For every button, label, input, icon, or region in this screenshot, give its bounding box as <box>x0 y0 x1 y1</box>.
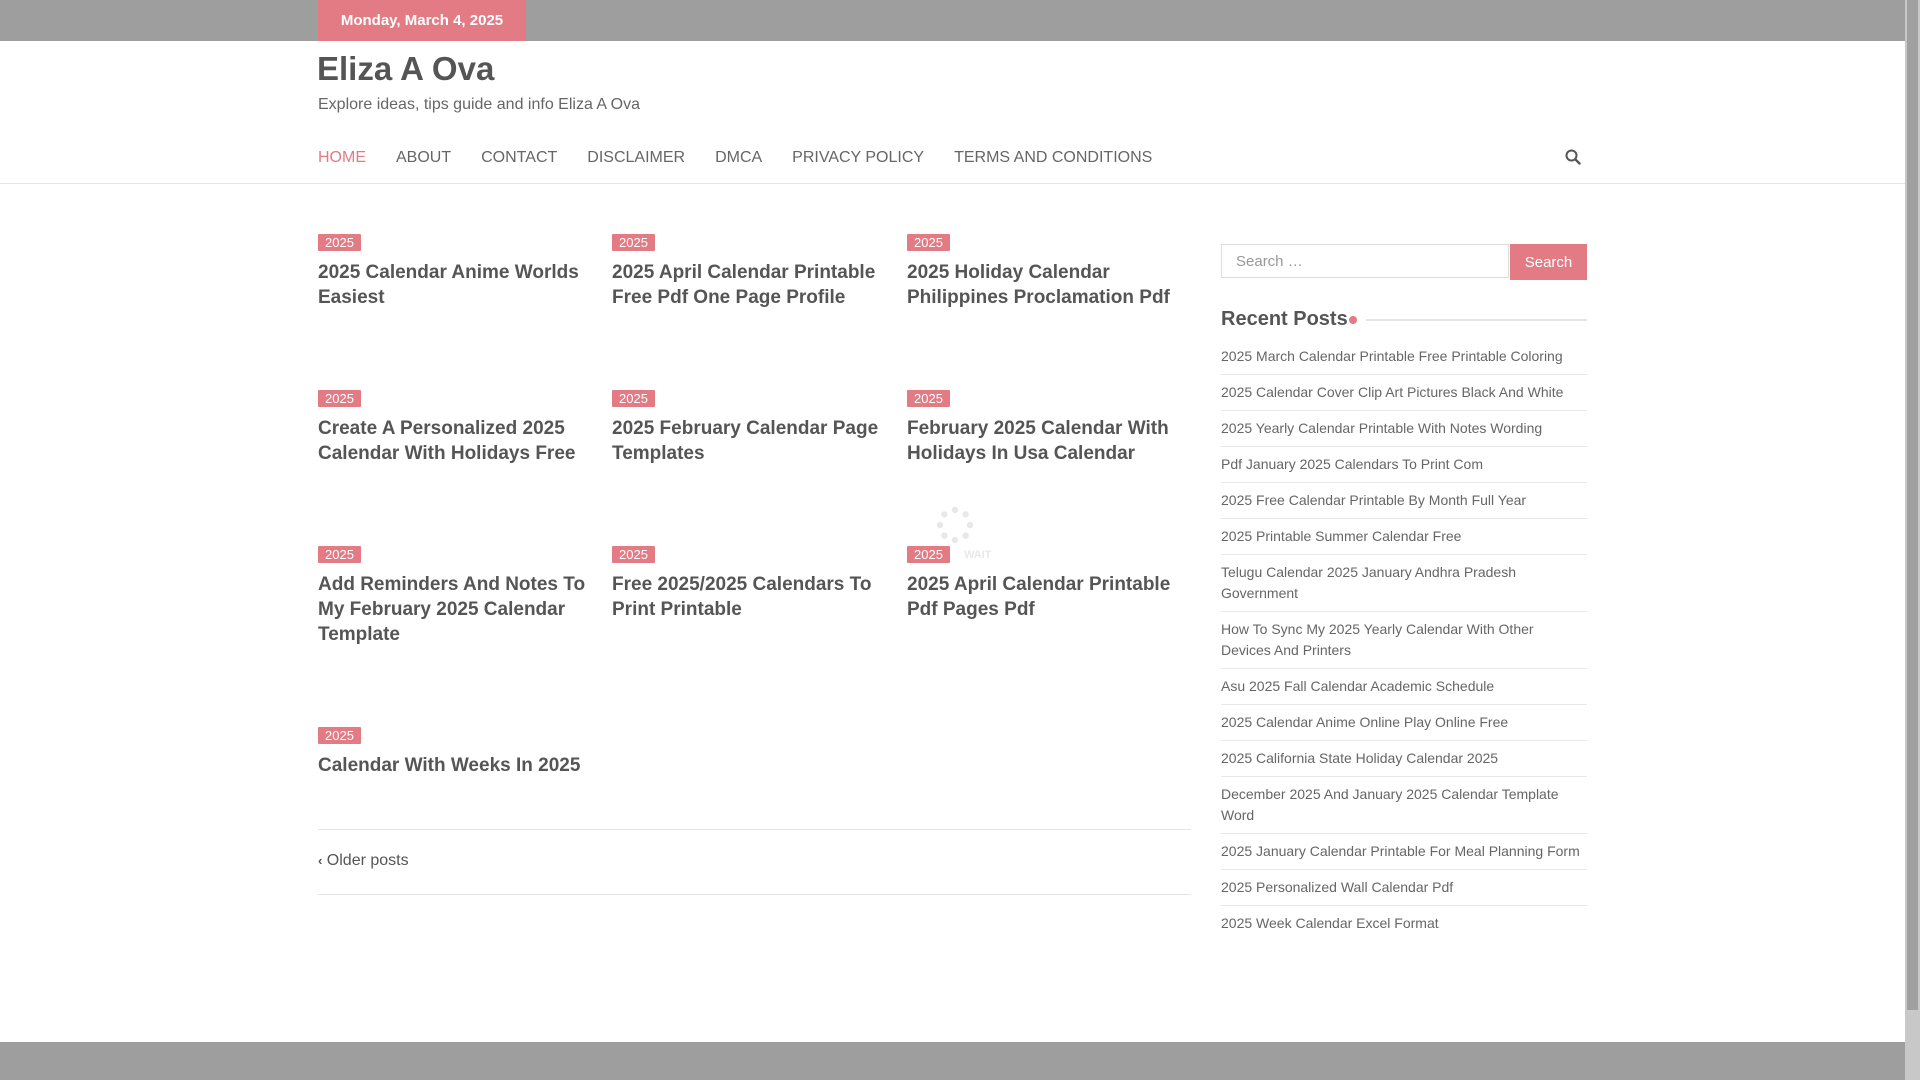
loading-spinner-icon <box>936 506 974 544</box>
heading-dot <box>1349 316 1357 324</box>
recent-post-link[interactable]: 2025 Personalized Wall Calendar Pdf <box>1221 877 1587 906</box>
current-date: Monday, March 4, 2025 <box>318 0 526 41</box>
nav-privacy-policy[interactable]: PRIVACY POLICY <box>792 148 924 168</box>
post-title[interactable]: February 2025 Calendar With Holidays In … <box>907 416 1187 466</box>
post-category-tag[interactable]: 2025 <box>907 546 950 563</box>
post-card: 2025 Calendar With Weeks In 2025 <box>318 727 598 778</box>
site-description: Explore ideas, tips guide and info Eliza… <box>318 96 640 113</box>
recent-post-link[interactable]: Telugu Calendar 2025 January Andhra Prad… <box>1221 562 1587 612</box>
post-category-tag[interactable]: 2025 <box>612 234 655 251</box>
post-category-tag[interactable]: 2025 <box>318 390 361 407</box>
chevron-left-icon: ‹ <box>318 853 323 868</box>
post-category-tag[interactable]: 2025 <box>318 546 361 563</box>
post-title[interactable]: Create A Personalized 2025 Calendar With… <box>318 416 598 466</box>
nav-terms-and-conditions[interactable]: TERMS AND CONDITIONS <box>954 148 1152 168</box>
footer-bar <box>0 1042 1905 1080</box>
post-card: 2025 Free 2025/2025 Calendars To Print P… <box>612 546 892 622</box>
post-title[interactable]: 2025 April Calendar Printable Free Pdf O… <box>612 260 892 310</box>
recent-post-link[interactable]: December 2025 And January 2025 Calendar … <box>1221 784 1587 834</box>
post-title[interactable]: Calendar With Weeks In 2025 <box>318 753 598 778</box>
nav-home[interactable]: HOME <box>318 148 366 168</box>
nav-divider <box>0 183 1905 184</box>
older-posts-label: Older posts <box>326 852 409 869</box>
nav-contact[interactable]: CONTACT <box>481 148 557 168</box>
older-posts-link[interactable]: ‹ Older posts <box>318 852 409 870</box>
loading-text: WAIT <box>964 549 992 561</box>
recent-post-link[interactable]: 2025 Calendar Cover Clip Art Pictures Bl… <box>1221 382 1587 411</box>
post-card: 2025 2025 February Calendar Page Templat… <box>612 390 892 466</box>
post-category-tag[interactable]: 2025 <box>318 234 361 251</box>
recent-post-link[interactable]: How To Sync My 2025 Yearly Calendar With… <box>1221 619 1587 669</box>
recent-post-link[interactable]: Asu 2025 Fall Calendar Academic Schedule <box>1221 676 1587 705</box>
post-card: 2025 2025 April Calendar Printable Pdf P… <box>907 546 1187 622</box>
nav-dmca[interactable]: DMCA <box>715 148 762 168</box>
post-title[interactable]: 2025 Calendar Anime Worlds Easiest <box>318 260 598 310</box>
pagination-divider <box>318 829 1191 830</box>
post-title[interactable]: 2025 April Calendar Printable Pdf Pages … <box>907 572 1187 622</box>
post-category-tag[interactable]: 2025 <box>612 390 655 407</box>
recent-post-link[interactable]: 2025 Free Calendar Printable By Month Fu… <box>1221 490 1587 519</box>
post-title[interactable]: Free 2025/2025 Calendars To Print Printa… <box>612 572 892 622</box>
search-input[interactable] <box>1221 244 1509 278</box>
recent-post-link[interactable]: 2025 Yearly Calendar Printable With Note… <box>1221 418 1587 447</box>
post-card: 2025 February 2025 Calendar With Holiday… <box>907 390 1187 466</box>
post-category-tag[interactable]: 2025 <box>907 390 950 407</box>
recent-posts-list: 2025 March Calendar Printable Free Print… <box>1221 346 1587 948</box>
post-category-tag[interactable]: 2025 <box>612 546 655 563</box>
post-card: 2025 2025 Calendar Anime Worlds Easiest <box>318 234 598 310</box>
scrollbar-thumb[interactable] <box>1907 0 1918 1010</box>
recent-post-link[interactable]: 2025 Week Calendar Excel Format <box>1221 913 1587 941</box>
heading-rule <box>1366 319 1587 321</box>
recent-post-link[interactable]: 2025 California State Holiday Calendar 2… <box>1221 748 1587 777</box>
main-nav: HOME ABOUT CONTACT DISCLAIMER DMCA PRIVA… <box>318 148 1182 168</box>
post-card: 2025 Create A Personalized 2025 Calendar… <box>318 390 598 466</box>
search-icon[interactable] <box>1564 148 1582 166</box>
post-card: 2025 2025 April Calendar Printable Free … <box>612 234 892 310</box>
post-title[interactable]: 2025 Holiday Calendar Philippines Procla… <box>907 260 1187 310</box>
nav-about[interactable]: ABOUT <box>396 148 451 168</box>
recent-posts-heading: Recent Posts <box>1221 308 1348 330</box>
post-category-tag[interactable]: 2025 <box>318 727 361 744</box>
recent-post-link[interactable]: 2025 January Calendar Printable For Meal… <box>1221 841 1587 870</box>
top-bar <box>0 0 1905 41</box>
pagination-divider <box>318 894 1191 895</box>
recent-post-link[interactable]: 2025 March Calendar Printable Free Print… <box>1221 346 1587 375</box>
nav-disclaimer[interactable]: DISCLAIMER <box>587 148 685 168</box>
post-category-tag[interactable]: 2025 <box>907 234 950 251</box>
site-title[interactable]: Eliza A Ova <box>317 50 494 88</box>
recent-post-link[interactable]: 2025 Calendar Anime Online Play Online F… <box>1221 712 1587 741</box>
post-title[interactable]: Add Reminders And Notes To My February 2… <box>318 572 598 647</box>
search-button[interactable]: Search <box>1510 244 1587 280</box>
recent-post-link[interactable]: 2025 Printable Summer Calendar Free <box>1221 526 1587 555</box>
post-card: 2025 Add Reminders And Notes To My Febru… <box>318 546 598 647</box>
post-card: 2025 2025 Holiday Calendar Philippines P… <box>907 234 1187 310</box>
recent-post-link[interactable]: Pdf January 2025 Calendars To Print Com <box>1221 454 1587 483</box>
post-title[interactable]: 2025 February Calendar Page Templates <box>612 416 892 466</box>
